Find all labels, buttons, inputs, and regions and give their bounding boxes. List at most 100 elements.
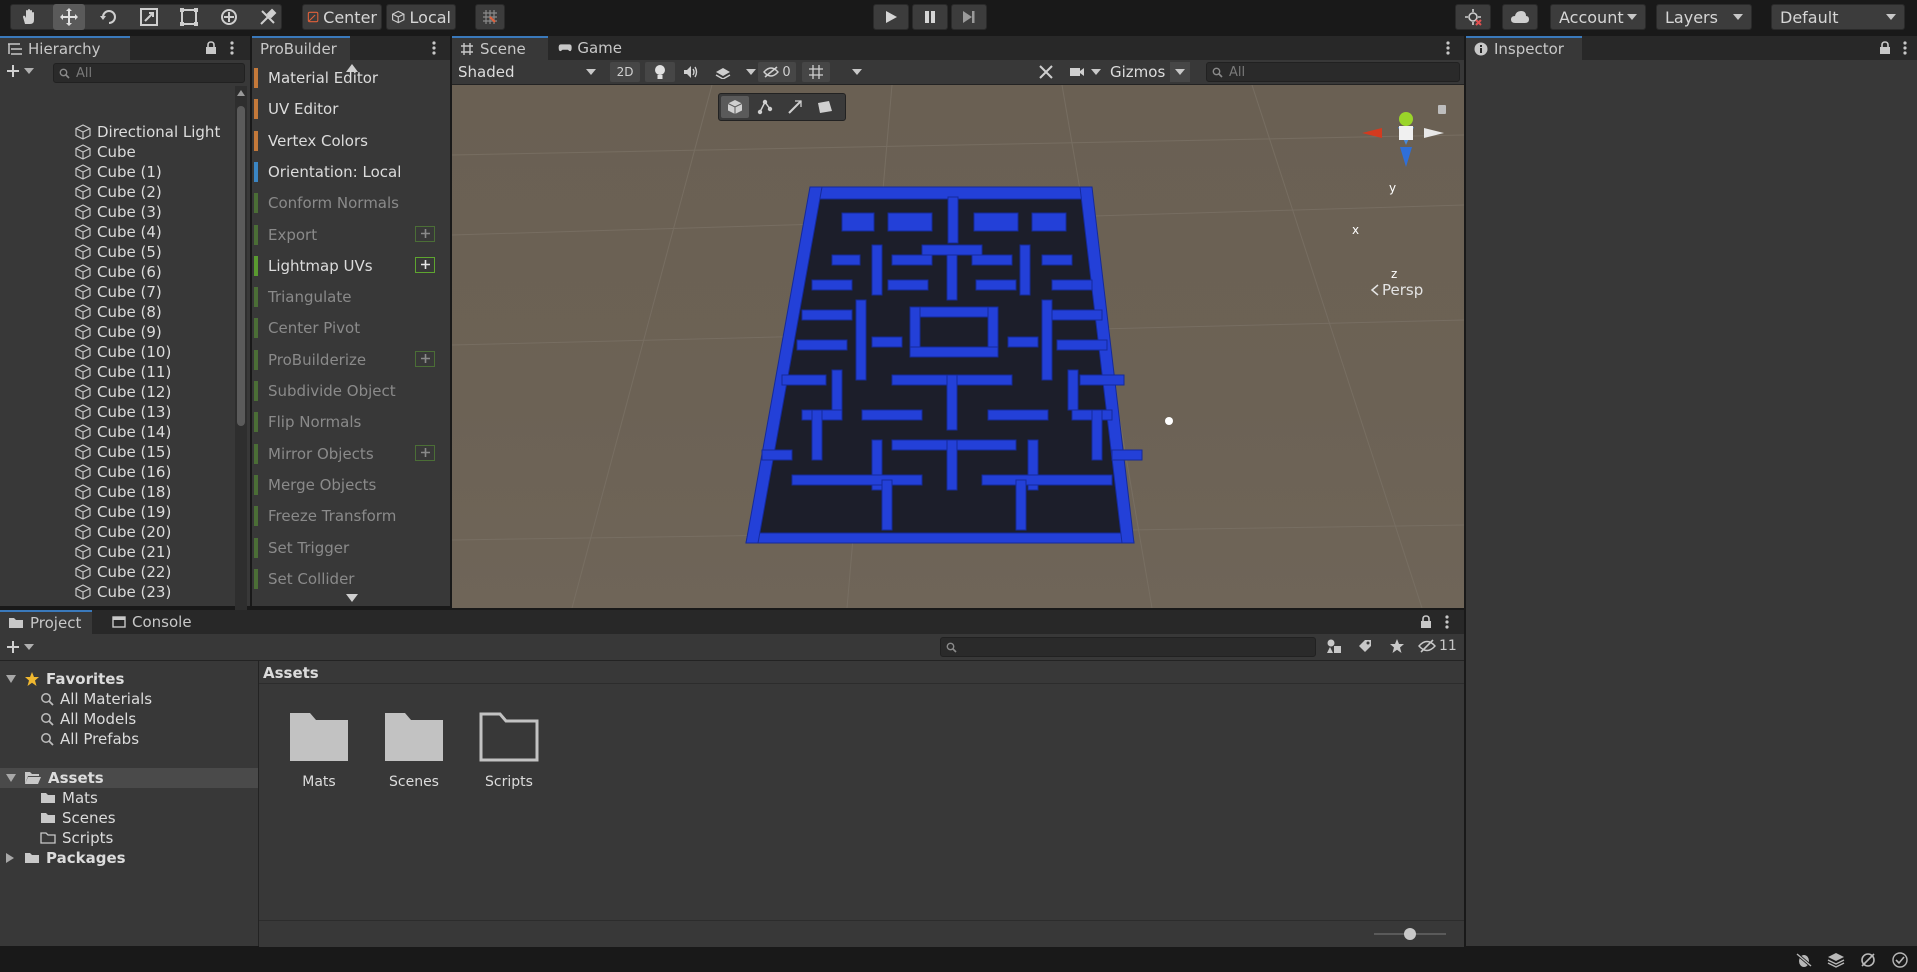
move-tool-icon[interactable] xyxy=(53,4,85,30)
cache-server-icon[interactable] xyxy=(1827,952,1845,968)
maze-model[interactable] xyxy=(452,85,1464,608)
filter-by-label-icon[interactable] xyxy=(1357,638,1373,654)
lock-icon[interactable] xyxy=(1879,41,1891,55)
assets-tree-header[interactable]: Assets xyxy=(6,768,104,788)
lighting-toggle[interactable] xyxy=(645,62,675,82)
layout-dropdown[interactable]: Default xyxy=(1771,4,1905,30)
favorites-header[interactable]: Favorites xyxy=(6,669,124,689)
hierarchy-item[interactable]: Cube xyxy=(75,142,136,162)
account-dropdown[interactable]: Account xyxy=(1550,4,1646,30)
tab-game[interactable]: Game xyxy=(550,36,630,60)
favorite-search-item[interactable]: All Models xyxy=(40,709,136,729)
probuilder-action[interactable]: Vertex Colors xyxy=(254,127,439,155)
hierarchy-item[interactable]: Cube (24) xyxy=(75,602,171,604)
favorite-search-item[interactable]: All Materials xyxy=(40,689,152,709)
pivot-mode-button[interactable]: Center xyxy=(302,4,382,30)
grid-snap-button[interactable] xyxy=(475,4,505,30)
breadcrumb[interactable]: Assets xyxy=(263,664,319,682)
hierarchy-item[interactable]: Cube (11) xyxy=(75,362,171,382)
2d-toggle[interactable]: 2D xyxy=(610,62,640,82)
hierarchy-item[interactable]: Cube (8) xyxy=(75,302,162,322)
gizmos-dropdown[interactable] xyxy=(1170,62,1190,82)
project-search-input[interactable] xyxy=(940,637,1316,657)
rect-tool-icon[interactable] xyxy=(173,4,205,30)
probuilder-action[interactable]: UV Editor xyxy=(254,95,439,123)
probuilder-action[interactable]: Center Pivot xyxy=(254,314,439,342)
probuilder-action[interactable]: Export xyxy=(254,221,439,249)
gizmos-button[interactable]: Gizmos xyxy=(1110,62,1170,82)
shading-dropdown[interactable]: Shaded xyxy=(452,61,602,83)
hierarchy-item[interactable]: Cube (16) xyxy=(75,462,171,482)
tab-project[interactable]: Project xyxy=(0,610,92,634)
probuilder-action[interactable]: Material Editor xyxy=(254,64,439,92)
tab-console[interactable]: Console xyxy=(104,610,204,634)
hierarchy-item[interactable]: Cube (6) xyxy=(75,262,162,282)
chevron-down-icon[interactable] xyxy=(746,69,756,75)
project-create-button[interactable] xyxy=(6,640,34,654)
lock-icon[interactable] xyxy=(1420,615,1432,629)
zoom-slider[interactable] xyxy=(1374,928,1446,940)
hierarchy-item[interactable]: Cube (10) xyxy=(75,342,171,362)
hierarchy-item[interactable]: Cube (19) xyxy=(75,502,171,522)
auto-generate-lighting-icon[interactable] xyxy=(1859,952,1877,968)
hierarchy-scrollbar[interactable] xyxy=(235,86,247,636)
probuilder-action[interactable]: ProBuilderize xyxy=(254,346,439,374)
hierarchy-item[interactable]: Cube (13) xyxy=(75,402,171,422)
chevron-down-icon[interactable] xyxy=(852,69,862,75)
cloud-button[interactable] xyxy=(1502,4,1538,30)
hierarchy-item[interactable]: Cube (2) xyxy=(75,182,162,202)
assets-tree-folder[interactable]: Mats xyxy=(40,788,98,808)
hierarchy-item[interactable]: Cube (5) xyxy=(75,242,162,262)
hierarchy-item[interactable]: Cube (7) xyxy=(75,282,162,302)
zoom-slider-thumb[interactable] xyxy=(1404,928,1416,940)
action-options-button[interactable] xyxy=(415,444,435,461)
more-options-icon[interactable] xyxy=(1446,40,1450,56)
hierarchy-item[interactable]: Cube (18) xyxy=(75,482,171,502)
object-mode-button[interactable] xyxy=(721,96,749,118)
hand-tool-icon[interactable] xyxy=(13,4,45,30)
probuilder-action[interactable]: Mirror Objects xyxy=(254,440,439,468)
hierarchy-item[interactable]: Cube (9) xyxy=(75,322,162,342)
hierarchy-item[interactable]: Cube (15) xyxy=(75,442,171,462)
tab-scene[interactable]: Scene xyxy=(452,36,548,60)
hierarchy-item[interactable]: Cube (14) xyxy=(75,422,171,442)
hierarchy-item[interactable]: Cube (23) xyxy=(75,582,171,602)
projection-toggle[interactable]: Persp xyxy=(1370,281,1423,299)
probuilder-action[interactable]: Set Collider xyxy=(254,565,439,593)
check-icon[interactable] xyxy=(1891,952,1909,968)
hierarchy-item[interactable]: Cube (1) xyxy=(75,162,162,182)
hierarchy-item[interactable]: Cube (4) xyxy=(75,222,162,242)
scene-viewport[interactable]: y x z Persp xyxy=(452,85,1464,608)
hidden-objects-toggle[interactable]: 0 xyxy=(758,62,796,82)
assets-tree-folder[interactable]: Scenes xyxy=(40,808,116,828)
step-button[interactable] xyxy=(951,4,987,30)
action-options-button[interactable] xyxy=(415,350,435,367)
pivot-rotation-button[interactable]: Local xyxy=(386,4,456,30)
asset-folder[interactable]: Mats xyxy=(274,710,364,790)
probuilder-action[interactable]: Set Trigger xyxy=(254,534,439,562)
hierarchy-item[interactable]: Cube (22) xyxy=(75,562,171,582)
face-mode-button[interactable] xyxy=(811,96,839,118)
more-options-icon[interactable] xyxy=(1445,614,1449,630)
action-options-button[interactable] xyxy=(415,225,435,242)
hierarchy-item[interactable]: Cube (21) xyxy=(75,542,171,562)
transform-tool-icon[interactable] xyxy=(213,4,245,30)
audio-toggle[interactable] xyxy=(677,62,705,82)
probuilder-action[interactable]: Freeze Transform xyxy=(254,502,439,530)
tools-toggle[interactable] xyxy=(1032,62,1060,82)
hierarchy-item[interactable]: Cube (20) xyxy=(75,522,171,542)
scale-tool-icon[interactable] xyxy=(133,4,165,30)
favorite-search-item[interactable]: All Prefabs xyxy=(40,729,139,749)
hierarchy-item[interactable]: Cube (3) xyxy=(75,202,162,222)
more-options-icon[interactable] xyxy=(1903,40,1907,56)
custom-tool-icon[interactable] xyxy=(253,4,283,30)
effects-toggle[interactable] xyxy=(708,62,738,82)
packages-header[interactable]: Packages xyxy=(6,848,126,868)
filter-by-type-icon[interactable] xyxy=(1326,638,1342,654)
hierarchy-item[interactable]: Cube (12) xyxy=(75,382,171,402)
scene-search-input[interactable]: All xyxy=(1206,62,1460,82)
layers-dropdown[interactable]: Layers xyxy=(1656,4,1752,30)
probuilder-action[interactable]: Lightmap UVs xyxy=(254,252,439,280)
edge-mode-button[interactable] xyxy=(781,96,809,118)
grid-toggle[interactable] xyxy=(802,62,830,82)
